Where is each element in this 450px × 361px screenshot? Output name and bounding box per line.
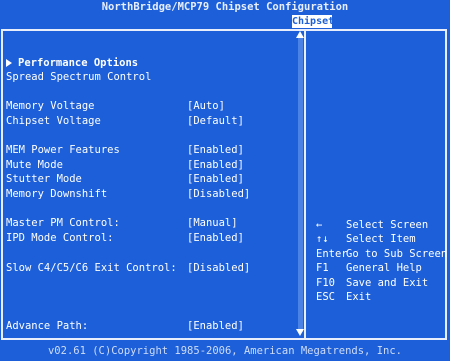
setting-value[interactable]: [Enabled]	[187, 172, 244, 186]
setting-label: IPD Mode Control:	[6, 232, 114, 244]
setting-label: MEM Power Features	[6, 144, 120, 156]
setting-label: Slow C4/C5/C6 Exit Control:	[6, 262, 177, 274]
setting-mem-power-features[interactable]: MEM Power Features [Enabled]	[6, 143, 290, 157]
submenu-arrow-icon	[6, 59, 12, 67]
help-desc: Select Item	[346, 233, 416, 245]
scroll-down-arrow-icon[interactable]	[296, 329, 304, 336]
help-key: Enter	[316, 248, 348, 260]
setting-ipd-mode-control[interactable]: IPD Mode Control: [Enabled]	[6, 231, 290, 245]
setting-label: Memory Downshift	[6, 188, 108, 200]
help-key: ↑↓	[316, 233, 329, 245]
panel-divider	[304, 29, 306, 340]
tab-bar: Chipset	[0, 14, 450, 29]
submenu-performance-options[interactable]: Performance Options	[6, 56, 290, 70]
submenu-label: Performance Options	[18, 57, 139, 69]
setting-value[interactable]: [Auto]	[187, 99, 225, 113]
setting-master-pm-control[interactable]: Master PM Control: [Manual]	[6, 216, 290, 230]
setting-advance-path[interactable]: Advance Path: [Enabled]	[6, 319, 290, 333]
setting-value[interactable]: [Enabled]	[187, 319, 244, 333]
setting-label: Advance Path:	[6, 320, 89, 332]
setting-label: Stutter Mode	[6, 173, 82, 185]
submenu-spread-spectrum-control[interactable]: Spread Spectrum Control	[6, 70, 290, 84]
help-key: ESC	[316, 291, 335, 303]
setting-memory-downshift[interactable]: Memory Downshift [Disabled]	[6, 187, 290, 201]
help-desc: Save and Exit	[346, 277, 429, 289]
help-desc: General Help	[346, 262, 422, 274]
setting-value[interactable]: [Disabled]	[187, 187, 250, 201]
setting-mute-mode[interactable]: Mute Mode [Enabled]	[6, 158, 290, 172]
copyright-footer: v02.61 (C)Copyright 1985-2006, American …	[47, 345, 402, 357]
tab-chipset[interactable]: Chipset	[292, 15, 334, 28]
help-desc: Select Screen	[346, 219, 429, 231]
help-key: F10	[316, 277, 335, 289]
setting-memory-voltage[interactable]: Memory Voltage [Auto]	[6, 99, 290, 113]
scrollbar[interactable]	[298, 38, 303, 332]
setting-label: Memory Voltage	[6, 100, 95, 112]
setting-label: Mute Mode	[6, 159, 63, 171]
setting-value[interactable]: [Enabled]	[187, 143, 244, 157]
setting-value[interactable]: [Disabled]	[187, 261, 250, 275]
help-desc: Go to Sub Screen	[346, 248, 448, 260]
help-key: F1	[316, 262, 329, 274]
submenu-label: Spread Spectrum Control	[6, 71, 152, 83]
setting-value[interactable]: [Manual]	[187, 216, 238, 230]
setting-chipset-voltage[interactable]: Chipset Voltage [Default]	[6, 114, 290, 128]
setting-label: Chipset Voltage	[6, 115, 101, 127]
help-key: ←	[316, 219, 323, 231]
help-desc: Exit	[346, 291, 372, 303]
window-title: NorthBridge/MCP79 Chipset Configuration	[0, 0, 450, 14]
setting-label: Master PM Control:	[6, 217, 120, 229]
setting-stutter-mode[interactable]: Stutter Mode [Enabled]	[6, 172, 290, 186]
setting-value[interactable]: [Enabled]	[187, 158, 244, 172]
setting-value[interactable]: [Enabled]	[187, 231, 244, 245]
setting-slow-c4-c5-c6-exit-control[interactable]: Slow C4/C5/C6 Exit Control: [Disabled]	[6, 261, 290, 275]
scroll-up-arrow-icon[interactable]	[296, 31, 304, 38]
setting-value[interactable]: [Default]	[187, 114, 244, 128]
